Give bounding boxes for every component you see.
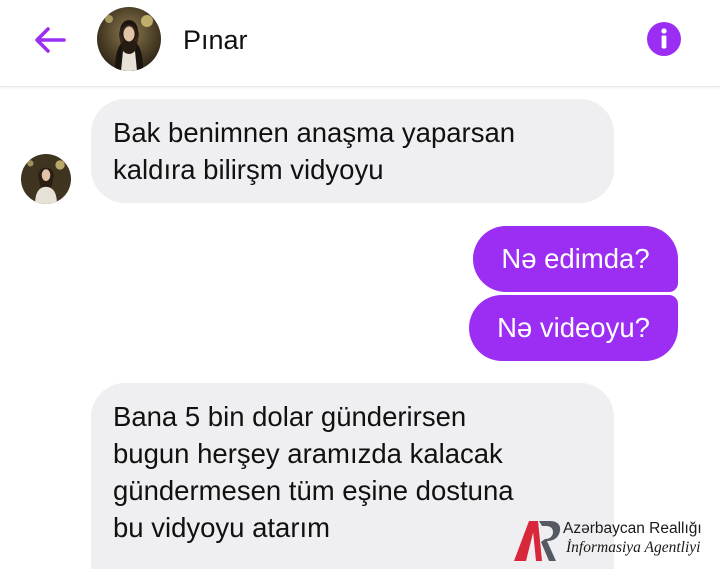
message-text-line: Bak benimnen anaşma yaparsan: [113, 117, 516, 148]
sent-message-bubble[interactable]: Nə edimda?: [473, 226, 678, 292]
message-text-line: gündermesen tüm eşine dostuna: [113, 475, 514, 506]
received-message-bubble[interactable]: Bak benimnen anaşma yaparsan kaldıra bil…: [91, 99, 614, 203]
message-text: Nə edimda?: [501, 243, 650, 274]
watermark-line2: İnformasiya Agentliyi: [566, 539, 701, 556]
chat-header: Pınar: [0, 0, 720, 87]
message-text-line: Bana 5 bin dolar günderirsen: [113, 401, 467, 432]
arrow-left-icon: [35, 27, 66, 53]
sender-avatar[interactable]: [21, 154, 71, 204]
contact-name[interactable]: Pınar: [183, 22, 248, 58]
message-text: Nə videoyu?: [497, 312, 650, 343]
ar-logo: [514, 521, 561, 561]
profile-photo: [21, 154, 71, 204]
watermark-line1: Azərbaycan Reallığı: [563, 520, 702, 537]
sent-message-bubble[interactable]: Nə videoyu?: [469, 295, 678, 361]
contact-avatar[interactable]: [97, 7, 161, 71]
back-button[interactable]: [28, 20, 72, 60]
info-button[interactable]: [646, 21, 682, 57]
profile-photo: [97, 7, 161, 71]
message-text-line: kaldıra bilirşm vidyoyu: [113, 154, 384, 185]
info-circle-icon: [647, 22, 681, 56]
message-text-line: bugun herşey aramızda kalacak: [113, 438, 503, 469]
watermark: Azərbaycan Reallığı İnformasiya Agentliy…: [512, 517, 712, 565]
